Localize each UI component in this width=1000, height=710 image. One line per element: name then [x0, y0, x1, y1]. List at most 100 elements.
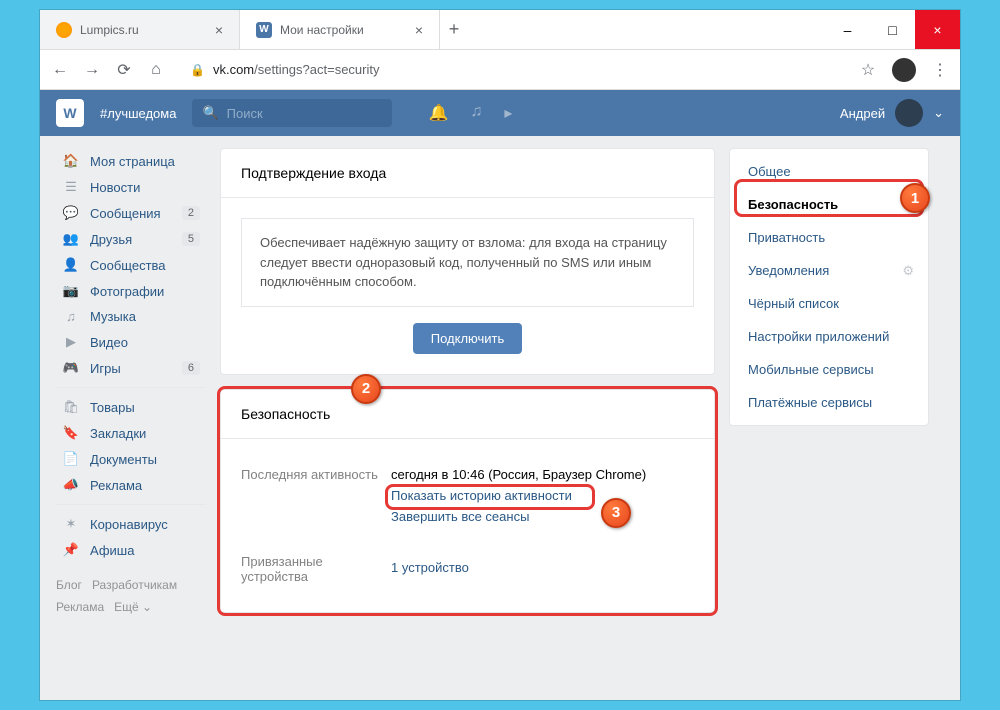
- footer-blog[interactable]: Блог: [56, 578, 82, 592]
- footer-devs[interactable]: Разработчикам: [92, 578, 177, 592]
- nav-label: Закладки: [90, 426, 146, 441]
- nav-item[interactable]: 📄Документы: [56, 446, 206, 472]
- footer-ads[interactable]: Реклама: [56, 600, 104, 614]
- nav-icon: ▶: [62, 334, 80, 350]
- close-window-button[interactable]: ×: [915, 10, 960, 49]
- nav-icon: 👤: [62, 257, 80, 273]
- nav-label: Игры: [90, 361, 121, 376]
- profile-avatar[interactable]: [892, 58, 916, 82]
- nav-item[interactable]: 👤Сообщества: [56, 252, 206, 278]
- minimize-button[interactable]: –: [825, 10, 870, 49]
- nav-label: Моя страница: [90, 154, 175, 169]
- nav-item[interactable]: 📌 Афиша: [56, 537, 206, 563]
- callout-2: 2: [351, 374, 381, 404]
- browser-titlebar: Lumpics.ru × W Мои настройки × + – □ ×: [40, 10, 960, 50]
- vk-body: 🏠Моя страница ☰ Новости 💬Сообщения2👥Друзья5…: [40, 136, 960, 639]
- nav-icon: 🎮: [62, 360, 80, 376]
- user-avatar: [895, 99, 923, 127]
- nav-item[interactable]: 🔖 Закладки: [56, 420, 206, 446]
- tab-vk-settings[interactable]: W Мои настройки ×: [240, 10, 440, 49]
- nav-item[interactable]: 📣Реклама: [56, 472, 206, 498]
- nav-item[interactable]: 🎮Игры6: [56, 355, 206, 381]
- nav-item[interactable]: 👥Друзья5: [56, 226, 206, 252]
- tab-label: Lumpics.ru: [80, 23, 139, 37]
- nav-item[interactable]: ✶Коронавирус: [56, 511, 206, 537]
- bookmark-icon[interactable]: ☆: [858, 60, 878, 80]
- nav-icon: 📌: [62, 542, 80, 558]
- footer-links: Блог Разработчикам Реклама Ещё ⌄: [56, 575, 206, 618]
- nav-icon: 💬: [62, 205, 80, 221]
- tab-lumpics[interactable]: Lumpics.ru ×: [40, 10, 240, 49]
- nav-separator: [56, 387, 206, 388]
- back-button[interactable]: ←: [50, 61, 70, 79]
- nav-item[interactable]: 🛍Товары: [56, 394, 206, 420]
- username: Андрей: [840, 106, 885, 121]
- nav-item[interactable]: 💬Сообщения2: [56, 200, 206, 226]
- close-tab-icon[interactable]: ×: [215, 22, 223, 38]
- connect-button[interactable]: Подключить: [413, 323, 523, 354]
- music-icon[interactable]: ♫: [470, 103, 482, 123]
- nav-item[interactable]: 🏠Моя страница: [56, 148, 206, 174]
- nav-label: Фотографии: [90, 284, 164, 299]
- nav-separator: [56, 504, 206, 505]
- settings-nav-general[interactable]: Общее: [730, 155, 928, 188]
- tab-label: Мои настройки: [280, 23, 364, 37]
- settings-nav-payments[interactable]: Платёжные сервисы: [730, 386, 928, 419]
- nav-label: Новости: [90, 180, 140, 195]
- settings-nav-notifications[interactable]: Уведомления⚙: [730, 254, 928, 287]
- forward-button[interactable]: →: [82, 61, 102, 79]
- nav-item[interactable]: ▶Видео: [56, 329, 206, 355]
- settings-nav-privacy[interactable]: Приватность: [730, 221, 928, 254]
- nav-label: Документы: [90, 452, 157, 467]
- close-tab-icon[interactable]: ×: [415, 22, 423, 38]
- nav-item[interactable]: ♫Музыка: [56, 304, 206, 329]
- video-icon[interactable]: ▸: [504, 103, 512, 123]
- header-hashtag[interactable]: #лучшедома: [100, 106, 176, 121]
- nav-item[interactable]: 📷Фотографии: [56, 278, 206, 304]
- nav-icon: ♫: [62, 309, 80, 324]
- nav-icon: 🔖: [62, 425, 80, 441]
- header-icons: 🔔 ♫ ▸: [428, 103, 512, 123]
- settings-nav-security[interactable]: Безопасность: [730, 188, 928, 221]
- lock-icon: 🔒: [190, 63, 205, 77]
- main-content: Подтверждение входа Обеспечивает надёжну…: [220, 148, 944, 627]
- reload-button[interactable]: ⟳: [114, 60, 134, 80]
- browser-window: Lumpics.ru × W Мои настройки × + – □ × ←…: [40, 10, 960, 700]
- header-user[interactable]: Андрей ⌄: [840, 99, 944, 127]
- nav-icon: ☰: [62, 179, 80, 195]
- nav-item[interactable]: ☰ Новости: [56, 174, 206, 200]
- devices-link[interactable]: 1 устройство: [391, 560, 694, 575]
- address-bar: ← → ⟳ ⌂ 🔒 vk.com/settings?act=security ☆…: [40, 50, 960, 90]
- search-placeholder: Поиск: [227, 106, 263, 121]
- vk-logo[interactable]: W: [56, 99, 84, 127]
- show-history-link[interactable]: Показать историю активности: [391, 488, 572, 503]
- gear-icon[interactable]: ⚙: [902, 263, 914, 279]
- nav-label: Коронавирус: [90, 517, 168, 532]
- footer-more[interactable]: Ещё ⌄: [114, 600, 152, 614]
- search-icon: 🔍: [202, 105, 218, 121]
- maximize-button[interactable]: □: [870, 10, 915, 49]
- url-input[interactable]: 🔒 vk.com/settings?act=security: [178, 56, 846, 83]
- nav-icon: 📣: [62, 477, 80, 493]
- last-activity-value: сегодня в 10:46 (Россия, Браузер Chrome): [391, 467, 646, 482]
- nav-icon: 👥: [62, 231, 80, 247]
- notifications-icon[interactable]: 🔔: [428, 103, 448, 123]
- settings-nav-apps[interactable]: Настройки приложений: [730, 320, 928, 353]
- favicon-vk: W: [256, 22, 272, 38]
- nav-label: Афиша: [90, 543, 134, 558]
- info-box: Обеспечивает надёжную защиту от взлома: …: [241, 218, 694, 307]
- home-button[interactable]: ⌂: [146, 61, 166, 79]
- vk-header: W #лучшедома 🔍 Поиск 🔔 ♫ ▸ Андрей ⌄: [40, 90, 960, 136]
- vk-page: W #лучшедома 🔍 Поиск 🔔 ♫ ▸ Андрей ⌄ 🏠Моя…: [40, 90, 960, 700]
- nav-badge: 5: [182, 232, 200, 246]
- last-activity-label: Последняя активность: [241, 467, 391, 524]
- settings-nav-mobile[interactable]: Мобильные сервисы: [730, 353, 928, 386]
- security-panel: 2 Безопасность Последняя активность сего…: [220, 389, 715, 613]
- nav-icon: 🛍: [62, 399, 80, 415]
- new-tab-button[interactable]: +: [440, 10, 468, 49]
- menu-icon[interactable]: ⋮: [930, 60, 950, 80]
- panel-title: Подтверждение входа: [221, 149, 714, 198]
- search-input[interactable]: 🔍 Поиск: [192, 99, 392, 127]
- end-sessions-link[interactable]: Завершить все сеансы: [391, 509, 694, 524]
- settings-nav-blacklist[interactable]: Чёрный список: [730, 287, 928, 320]
